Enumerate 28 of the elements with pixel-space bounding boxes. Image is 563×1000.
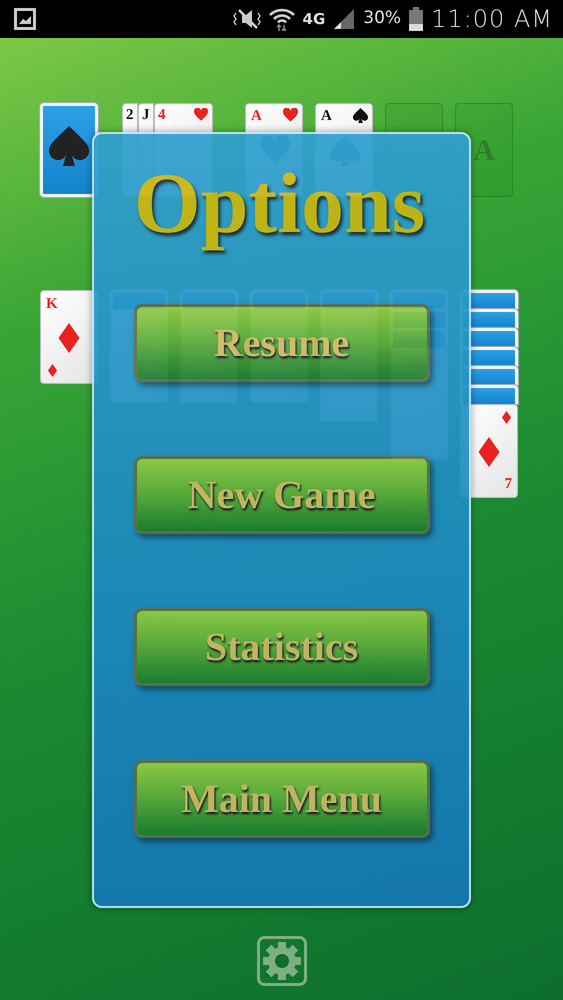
battery-percent: 30% <box>363 7 402 30</box>
card-rank: A <box>321 109 332 124</box>
menu-button[interactable]: New Game <box>134 456 430 534</box>
heart-icon <box>194 108 208 122</box>
stock-pile[interactable] <box>40 103 98 197</box>
heart-icon <box>283 108 298 123</box>
settings-icon[interactable] <box>256 936 306 986</box>
signal-icon <box>333 8 356 30</box>
gallery-icon <box>14 8 36 30</box>
battery-icon <box>409 7 424 31</box>
options-title: Options <box>132 154 426 253</box>
menu-button[interactable]: Statistics <box>134 608 430 686</box>
diamond-icon <box>46 364 59 377</box>
card-rank: A <box>251 109 262 124</box>
mute-icon <box>232 8 261 30</box>
card-rank: K <box>46 297 58 312</box>
wifi-icon <box>268 7 295 31</box>
card-rank: J <box>142 108 150 123</box>
menu-button[interactable]: Resume <box>134 304 430 382</box>
card-rank: 2 <box>126 108 134 123</box>
spade-icon <box>49 126 89 166</box>
network-type-label: 4G <box>302 8 326 30</box>
diamond-icon <box>500 411 513 424</box>
spade-icon <box>353 108 368 123</box>
card-rank: 4 <box>158 108 166 123</box>
clock-time: 11:00 AM <box>431 4 553 35</box>
card-rank: 7 <box>504 477 512 492</box>
menu-button[interactable]: Main Menu <box>134 760 430 838</box>
